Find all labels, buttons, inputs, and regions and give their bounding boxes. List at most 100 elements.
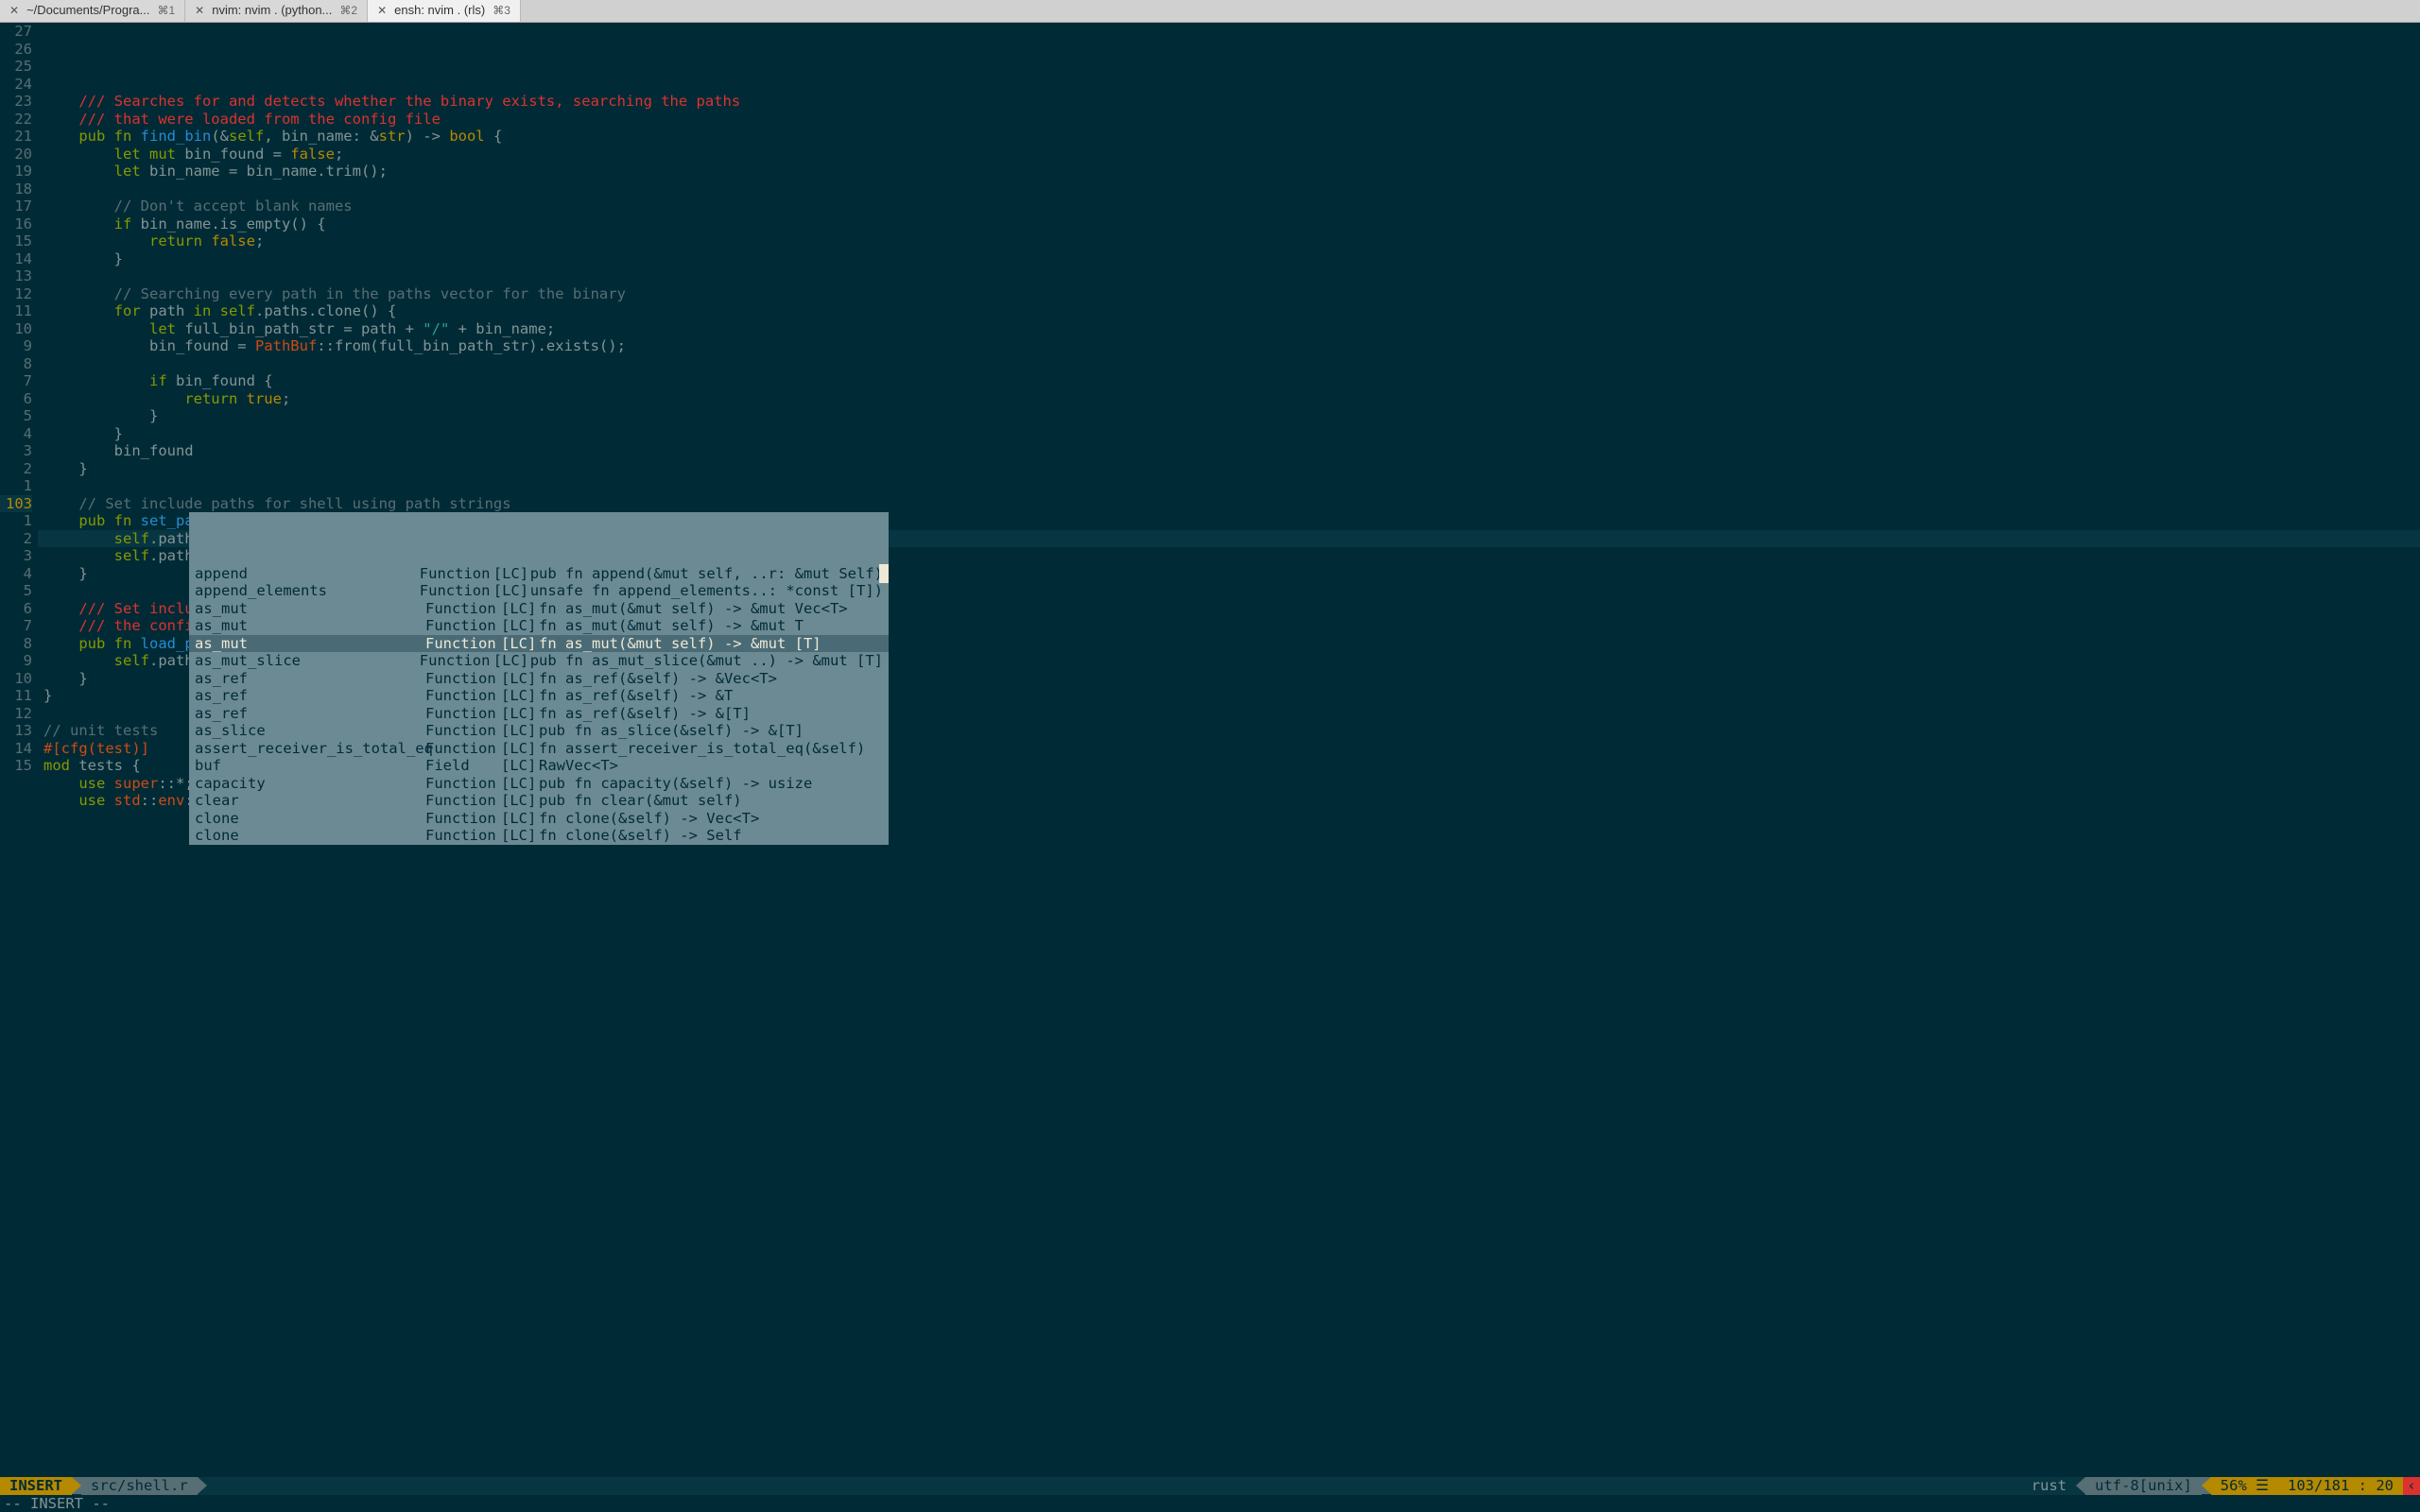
close-icon[interactable]: ✕ [195, 2, 204, 20]
line-number: 16 [0, 215, 32, 233]
code-line[interactable]: return true; [38, 390, 2420, 408]
completion-kind: Function [425, 775, 501, 793]
code-line[interactable] [38, 477, 2420, 495]
completion-name: buf [195, 757, 425, 775]
code-line[interactable]: } [38, 250, 2420, 268]
code-line[interactable]: } [38, 460, 2420, 478]
code-line[interactable]: // Searching every path in the paths vec… [38, 285, 2420, 303]
completion-name: append [195, 565, 420, 583]
completion-name: as_mut_slice [195, 652, 420, 670]
code-line[interactable]: bin_found = PathBuf::from(full_bin_path_… [38, 337, 2420, 355]
line-number: 15 [0, 232, 32, 250]
code-line[interactable] [38, 267, 2420, 285]
code-line[interactable] [38, 58, 2420, 76]
code-area[interactable]: 2726252423222120191817161514131211109876… [0, 23, 2420, 1477]
completion-source: [LC] [501, 792, 539, 810]
tab-shortcut: ⌘3 [493, 2, 510, 20]
status-filepath: src/shell.r [81, 1477, 198, 1495]
completion-item[interactable]: cloneFunction[LC]fn clone(&self) -> Self [189, 827, 889, 845]
code-line[interactable]: /// that were loaded from the config fil… [38, 111, 2420, 129]
editor: 2726252423222120191817161514131211109876… [0, 23, 2420, 1512]
completion-item[interactable]: bufField[LC]RawVec<T> [189, 757, 889, 775]
completion-source: [LC] [501, 705, 539, 723]
code-line[interactable]: pub fn find_bin(&self, bin_name: &str) -… [38, 128, 2420, 146]
completion-item[interactable]: as_mut_sliceFunction[LC]pub fn as_mut_sl… [189, 652, 889, 670]
close-icon[interactable]: ✕ [9, 2, 19, 20]
line-number: 6 [0, 390, 32, 408]
completion-item[interactable]: as_refFunction[LC]fn as_ref(&self) -> &T [189, 687, 889, 705]
completion-signature: fn as_ref(&self) -> &Vec<T> [539, 670, 883, 688]
completion-source: [LC] [493, 582, 530, 600]
completion-name: as_slice [195, 722, 425, 740]
terminal-tab[interactable]: ✕~/Documents/Progra...⌘1 [0, 0, 185, 22]
completion-kind: Function [425, 740, 501, 758]
line-number: 10 [0, 320, 32, 338]
completion-signature: pub fn capacity(&self) -> usize [539, 775, 883, 793]
completion-item[interactable]: as_refFunction[LC]fn as_ref(&self) -> &V… [189, 670, 889, 688]
line-number-gutter: 2726252423222120191817161514131211109876… [0, 23, 38, 1477]
code-line[interactable]: } [38, 407, 2420, 425]
line-number: 21 [0, 128, 32, 146]
completion-popup[interactable]: appendFunction[LC]pub fn append(&mut sel… [189, 512, 889, 845]
line-number: 12 [0, 705, 32, 723]
line-number: 7 [0, 372, 32, 390]
code-line[interactable] [38, 180, 2420, 198]
completion-item[interactable]: as_mutFunction[LC]fn as_mut(&mut self) -… [189, 600, 889, 618]
completion-item[interactable]: appendFunction[LC]pub fn append(&mut sel… [189, 565, 889, 583]
completion-source: [LC] [501, 722, 539, 740]
code-line[interactable]: return false; [38, 232, 2420, 250]
code-line[interactable] [38, 76, 2420, 94]
line-number: 9 [0, 337, 32, 355]
code-line[interactable]: // Don't accept blank names [38, 198, 2420, 215]
completion-item[interactable]: cloneFunction[LC]fn clone(&self) -> Vec<… [189, 810, 889, 828]
completion-item[interactable]: as_sliceFunction[LC]pub fn as_slice(&sel… [189, 722, 889, 740]
completion-item[interactable]: as_mutFunction[LC]fn as_mut(&mut self) -… [189, 635, 889, 653]
code-line[interactable]: /// Searches for and detects whether the… [38, 93, 2420, 111]
code-line[interactable]: let full_bin_path_str = path + "/" + bin… [38, 320, 2420, 338]
completion-item[interactable]: append_elementsFunction[LC]unsafe fn app… [189, 582, 889, 600]
completion-source: [LC] [501, 827, 539, 845]
line-number: 11 [0, 302, 32, 320]
code-line[interactable]: let bin_name = bin_name.trim(); [38, 163, 2420, 180]
code-line[interactable]: if bin_name.is_empty() { [38, 215, 2420, 233]
chevron-left-icon [2076, 1477, 2085, 1494]
code-line[interactable]: // Set include paths for shell using pat… [38, 495, 2420, 513]
status-spacer [207, 1477, 2022, 1495]
completion-item[interactable]: assert_receiver_is_total_eqFunction[LC]f… [189, 740, 889, 758]
line-number: 14 [0, 250, 32, 268]
terminal-tab[interactable]: ✕ensh: nvim . (rls)⌘3 [368, 0, 521, 22]
line-number: 18 [0, 180, 32, 198]
code-line[interactable]: for path in self.paths.clone() { [38, 302, 2420, 320]
line-number: 1 [0, 512, 32, 530]
line-number: 8 [0, 355, 32, 373]
status-encoding: utf-8[unix] [2085, 1477, 2202, 1495]
completion-signature: fn as_mut(&mut self) -> &mut T [539, 617, 883, 635]
completion-signature: fn assert_receiver_is_total_eq(&self) [539, 740, 883, 758]
line-number: 7 [0, 617, 32, 635]
code-line[interactable] [38, 355, 2420, 373]
chevron-left-icon [2202, 1477, 2211, 1494]
line-number: 27 [0, 23, 32, 41]
line-number: 22 [0, 111, 32, 129]
code-line[interactable]: if bin_found { [38, 372, 2420, 390]
completion-name: as_ref [195, 705, 425, 723]
completion-signature: fn as_ref(&self) -> &[T] [539, 705, 883, 723]
popup-scrollbar[interactable] [879, 564, 889, 583]
completion-item[interactable]: as_mutFunction[LC]fn as_mut(&mut self) -… [189, 617, 889, 635]
completion-name: clone [195, 827, 425, 845]
line-number: 4 [0, 425, 32, 443]
code-line[interactable]: bin_found [38, 442, 2420, 460]
code-text[interactable]: /// Searches for and detects whether the… [38, 23, 2420, 1477]
completion-item[interactable]: capacityFunction[LC]pub fn capacity(&sel… [189, 775, 889, 793]
terminal-tabstrip: ✕~/Documents/Progra...⌘1✕nvim: nvim . (p… [0, 0, 2420, 23]
terminal-tab[interactable]: ✕nvim: nvim . (python...⌘2 [185, 0, 368, 22]
completion-name: as_mut [195, 635, 425, 653]
code-line[interactable]: let mut bin_found = false; [38, 146, 2420, 163]
completion-item[interactable]: clearFunction[LC]pub fn clear(&mut self) [189, 792, 889, 810]
mode-echo: -- INSERT -- [0, 1495, 2420, 1512]
status-error-flag: ‹ [2403, 1477, 2420, 1495]
code-line[interactable]: } [38, 425, 2420, 443]
completion-item[interactable]: as_refFunction[LC]fn as_ref(&self) -> &[… [189, 705, 889, 723]
completion-signature: pub fn clear(&mut self) [539, 792, 883, 810]
close-icon[interactable]: ✕ [377, 2, 387, 20]
